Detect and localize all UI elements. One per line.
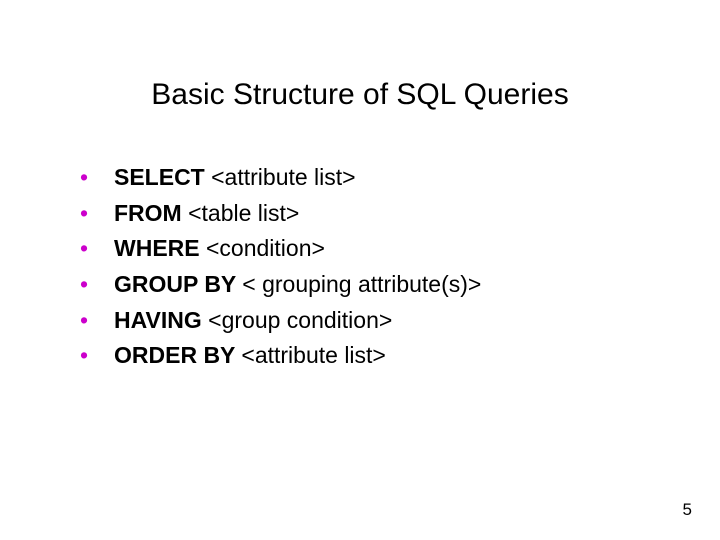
argument: <attribute list> bbox=[241, 338, 385, 374]
keyword: HAVING bbox=[114, 303, 208, 339]
argument: <group condition> bbox=[208, 303, 392, 339]
bullet-icon: • bbox=[80, 267, 114, 303]
bullet-icon: • bbox=[80, 303, 114, 339]
keyword: WHERE bbox=[114, 231, 206, 267]
keyword: FROM bbox=[114, 196, 188, 232]
bullet-icon: • bbox=[80, 196, 114, 232]
list-item: • SELECT <attribute list> bbox=[80, 160, 481, 196]
argument: <table list> bbox=[188, 196, 299, 232]
list-item: • WHERE <condition> bbox=[80, 231, 481, 267]
list-item: • FROM <table list> bbox=[80, 196, 481, 232]
keyword: ORDER BY bbox=[114, 338, 241, 374]
list-item: • GROUP BY < grouping attribute(s)> bbox=[80, 267, 481, 303]
argument: <attribute list> bbox=[211, 160, 355, 196]
page-number: 5 bbox=[683, 500, 692, 520]
bullet-list: • SELECT <attribute list> • FROM <table … bbox=[80, 160, 481, 374]
argument: <condition> bbox=[206, 231, 325, 267]
bullet-icon: • bbox=[80, 231, 114, 267]
keyword: GROUP BY bbox=[114, 267, 242, 303]
argument: < grouping attribute(s)> bbox=[242, 267, 481, 303]
list-item: • HAVING <group condition> bbox=[80, 303, 481, 339]
keyword: SELECT bbox=[114, 160, 211, 196]
bullet-icon: • bbox=[80, 338, 114, 374]
slide: Basic Structure of SQL Queries • SELECT … bbox=[0, 0, 720, 540]
slide-title: Basic Structure of SQL Queries bbox=[0, 78, 720, 112]
bullet-icon: • bbox=[80, 160, 114, 196]
list-item: • ORDER BY <attribute list> bbox=[80, 338, 481, 374]
